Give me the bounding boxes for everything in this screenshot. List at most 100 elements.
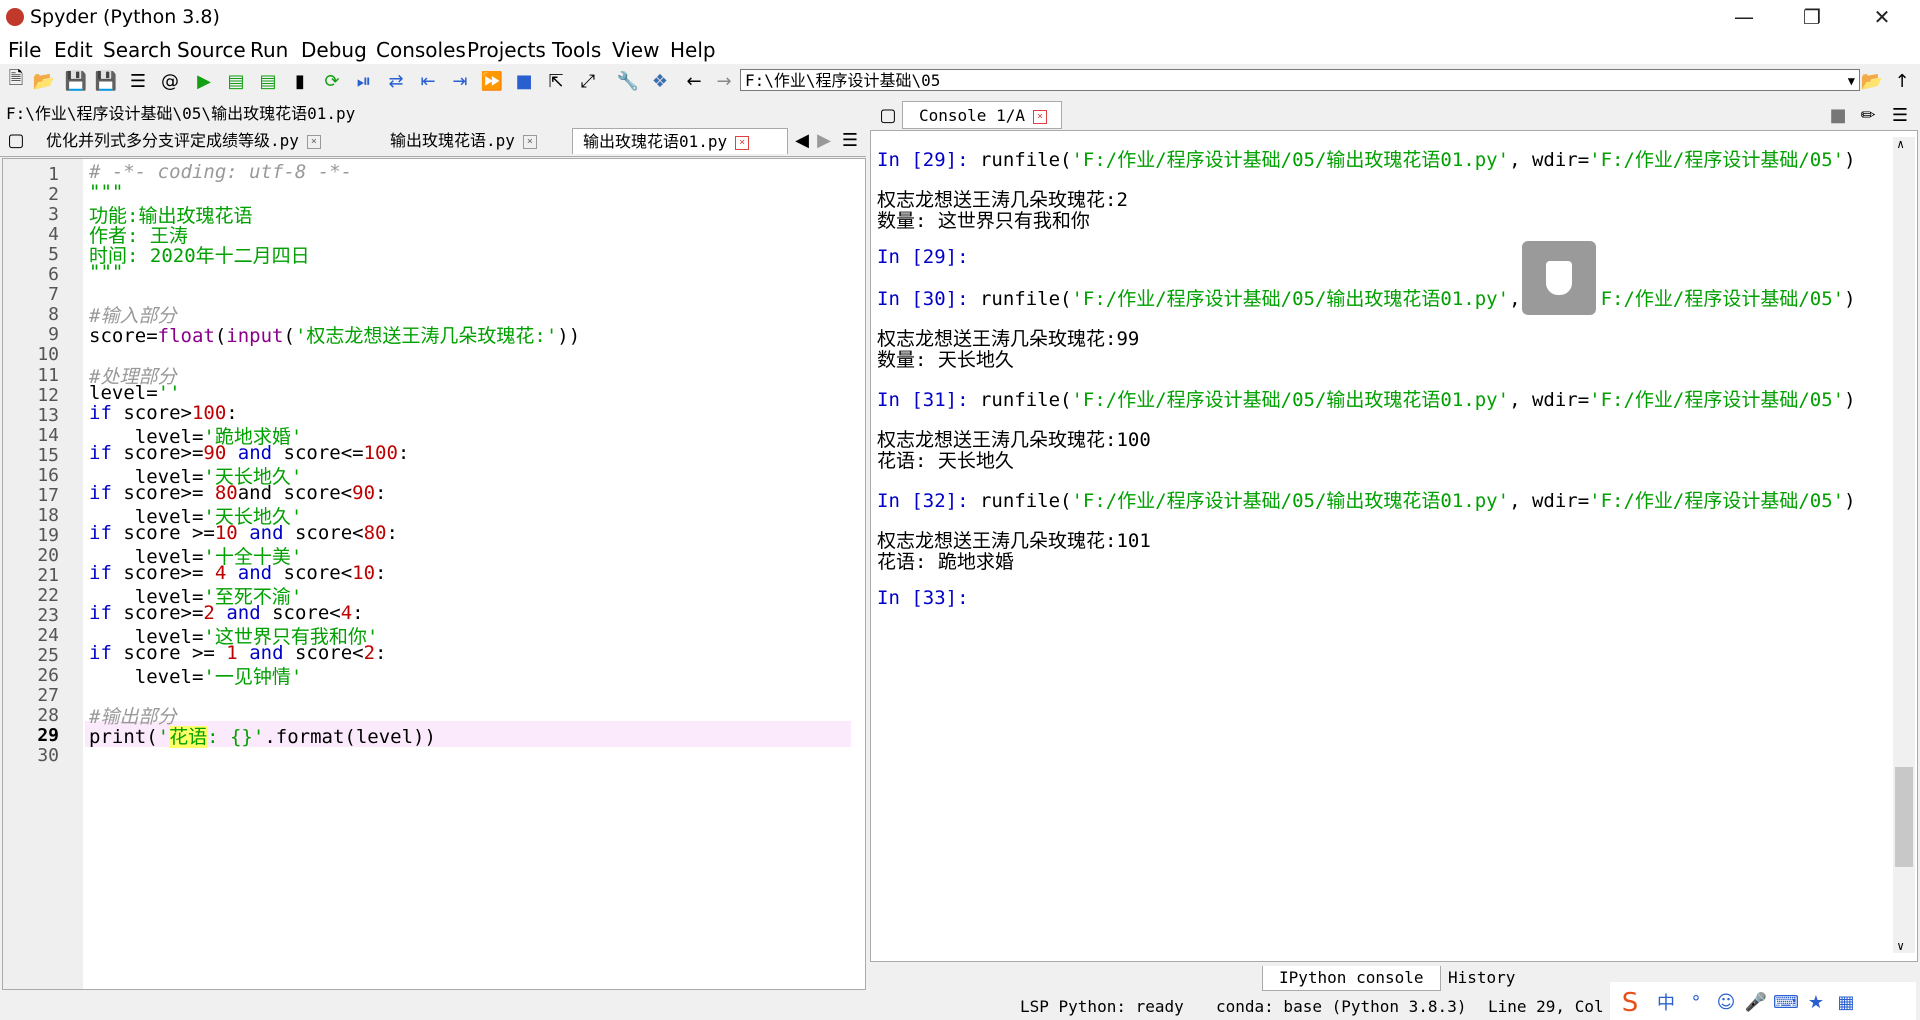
tab-ipython-console[interactable]: IPython console (1262, 966, 1441, 991)
clear-console-icon[interactable]: ✏ (1856, 103, 1880, 127)
step-into-icon[interactable]: ⇤ (416, 69, 440, 93)
menu-source[interactable]: Source (177, 38, 246, 62)
lsp-status: LSP Python: ready (1020, 997, 1184, 1016)
parent-dir-icon[interactable]: ↑ (1890, 69, 1914, 93)
run-cell-advance-icon[interactable]: ▤ (256, 69, 280, 93)
line-number: 20 (37, 544, 59, 566)
line-number: 30 (37, 745, 59, 767)
browse-folder-icon[interactable]: 📂 (1860, 69, 1884, 93)
menu-search[interactable]: Search (103, 38, 172, 62)
rerun-icon[interactable]: ⟳ (320, 69, 344, 93)
line-number: 10 (37, 344, 59, 366)
line-number: 7 (48, 284, 59, 306)
code-line: if score>= 80and score<90: (89, 481, 387, 504)
console-input-line: In [29]: runfile('F:/作业/程序设计基础/05/输出玫瑰花语… (877, 149, 1856, 171)
emoji-icon[interactable]: ☺ (1714, 990, 1738, 1014)
menu-help[interactable]: Help (670, 38, 716, 62)
browse-consoles-icon[interactable]: ▢ (876, 103, 900, 127)
code-line: score=float(input('权志龙想送王涛几朵玫瑰花:')) (89, 325, 581, 348)
scroll-up-icon[interactable]: ∧ (1897, 137, 1904, 151)
line-number: 13 (37, 404, 59, 426)
menu-view[interactable]: View (612, 38, 659, 62)
console-options-icon[interactable]: ☰ (1888, 103, 1912, 127)
tab-label: 优化并列式多分支评定成绩等级.py (46, 131, 299, 150)
close-tab-icon[interactable]: × (306, 134, 321, 149)
close-button[interactable]: ✕ (1862, 4, 1902, 30)
console-pane-tabs: IPython console History (1262, 966, 1562, 991)
save-icon[interactable]: 💾 (64, 69, 88, 93)
tab-rose-language[interactable]: 输出玫瑰花语.py × (380, 128, 576, 154)
code-editor[interactable]: 1 2 3 4 5 6 7 8 9 10 11 12 13 14 15 16 17 18 19 20 21 22 23 24 2… (2, 158, 866, 990)
tshirt-icon[interactable]: ★ (1804, 990, 1828, 1014)
title-bar: Spyder (Python 3.8) — ❐ ✕ (0, 0, 1920, 34)
stop-debug-icon[interactable]: ■ (512, 69, 536, 93)
maximize-pane-icon[interactable]: ⇱ (544, 69, 568, 93)
tab-label: 输出玫瑰花语.py (390, 131, 515, 150)
menu-edit[interactable]: Edit (54, 38, 93, 62)
line-number: 2 (48, 184, 59, 206)
sogou-ime-icon[interactable]: S (1612, 988, 1648, 1018)
scroll-down-icon[interactable]: ∨ (1897, 939, 1904, 953)
minimize-button[interactable]: — (1724, 4, 1764, 30)
tab-history[interactable]: History (1432, 966, 1531, 990)
continue-icon[interactable]: ⏩ (480, 69, 504, 93)
restore-button[interactable]: ❐ (1792, 4, 1832, 30)
console-input-line: In [30]: runfile('F:/作业/程序设计基础/05/输出玫瑰花语… (877, 288, 1856, 310)
step-icon[interactable]: ⇄ (384, 69, 408, 93)
menu-debug[interactable]: Debug (301, 38, 367, 62)
options-menu-icon[interactable]: ☰ (838, 128, 862, 152)
ipython-console[interactable]: In [29]: runfile('F:/作业/程序设计基础/05/输出玫瑰花语… (870, 130, 1918, 962)
chevron-down-icon[interactable]: ▼ (1848, 70, 1855, 92)
scroll-tabs-left-icon[interactable]: ◀ (790, 128, 814, 152)
save-all-icon[interactable]: 💾 (94, 69, 118, 93)
back-arrow-icon[interactable]: ← (682, 69, 706, 93)
browse-tabs-icon[interactable]: ▢ (4, 128, 28, 152)
at-icon[interactable]: @ (158, 69, 182, 93)
line-number: 21 (37, 565, 59, 586)
microphone-icon[interactable]: 🎤 (1744, 990, 1768, 1014)
menu-projects[interactable]: Projects (467, 38, 546, 62)
interrupt-kernel-icon[interactable]: ■ (1826, 103, 1850, 127)
line-number: 26 (37, 665, 59, 687)
fullscreen-icon[interactable]: ⤢ (576, 69, 600, 93)
usb-drive-icon[interactable] (1522, 241, 1596, 315)
spyder-logo-icon (6, 8, 24, 26)
scroll-tabs-right-icon[interactable]: ▶ (812, 128, 836, 152)
toolbox-icon[interactable]: ▦ (1834, 990, 1858, 1014)
debug-icon[interactable]: ⏯ (352, 69, 376, 93)
forward-arrow-icon[interactable]: → (712, 69, 736, 93)
line-number: 9 (48, 324, 59, 346)
menu-tools[interactable]: Tools (552, 38, 601, 62)
run-cell-icon[interactable]: ▤ (224, 69, 248, 93)
menu-file[interactable]: File (8, 38, 41, 62)
tab-rose-language-01[interactable]: 输出玫瑰花语01.py × (572, 128, 788, 154)
list-icon[interactable]: ☰ (126, 69, 150, 93)
open-file-icon[interactable]: 📂 (32, 69, 56, 93)
line-number: 29 (37, 725, 59, 747)
tab-optimize-grade[interactable]: 优化并列式多分支评定成绩等级.py × (36, 128, 356, 154)
line-number: 28 (37, 705, 59, 727)
python-path-icon[interactable]: ❖ (648, 69, 672, 93)
working-directory-combobox[interactable]: F:\作业\程序设计基础\05 ▼ (740, 69, 1860, 91)
close-tab-icon[interactable]: × (1032, 109, 1047, 124)
scrollbar-thumb[interactable] (1895, 767, 1913, 867)
console-scrollbar[interactable]: ∧ ∨ (1893, 137, 1915, 953)
keyboard-icon[interactable]: ⌨ (1773, 990, 1799, 1014)
code-line: if score>=2 and score<4: (89, 602, 364, 625)
run-icon[interactable]: ▶ (192, 69, 216, 93)
tab-console-1a[interactable]: Console 1/A × (902, 101, 1062, 129)
code-line: if score>100: (89, 401, 238, 424)
preferences-icon[interactable]: 🔧 (616, 69, 640, 93)
menu-run[interactable]: Run (250, 38, 288, 62)
step-return-icon[interactable]: ⇥ (448, 69, 472, 93)
close-tab-icon[interactable]: × (735, 135, 750, 150)
close-tab-icon[interactable]: × (522, 134, 537, 149)
code-line: if score >= 1 and score<2: (89, 642, 387, 665)
working-directory-value: F:\作业\程序设计基础\05 (745, 71, 941, 90)
menu-consoles[interactable]: Consoles (376, 38, 466, 62)
new-file-icon[interactable]: 🗎 (4, 68, 28, 93)
chinese-mode-icon[interactable]: 中 (1654, 990, 1678, 1014)
code-line: """ (89, 261, 124, 284)
punctuation-icon[interactable]: ° (1684, 990, 1708, 1014)
run-selection-icon[interactable]: ▮ (288, 69, 312, 93)
